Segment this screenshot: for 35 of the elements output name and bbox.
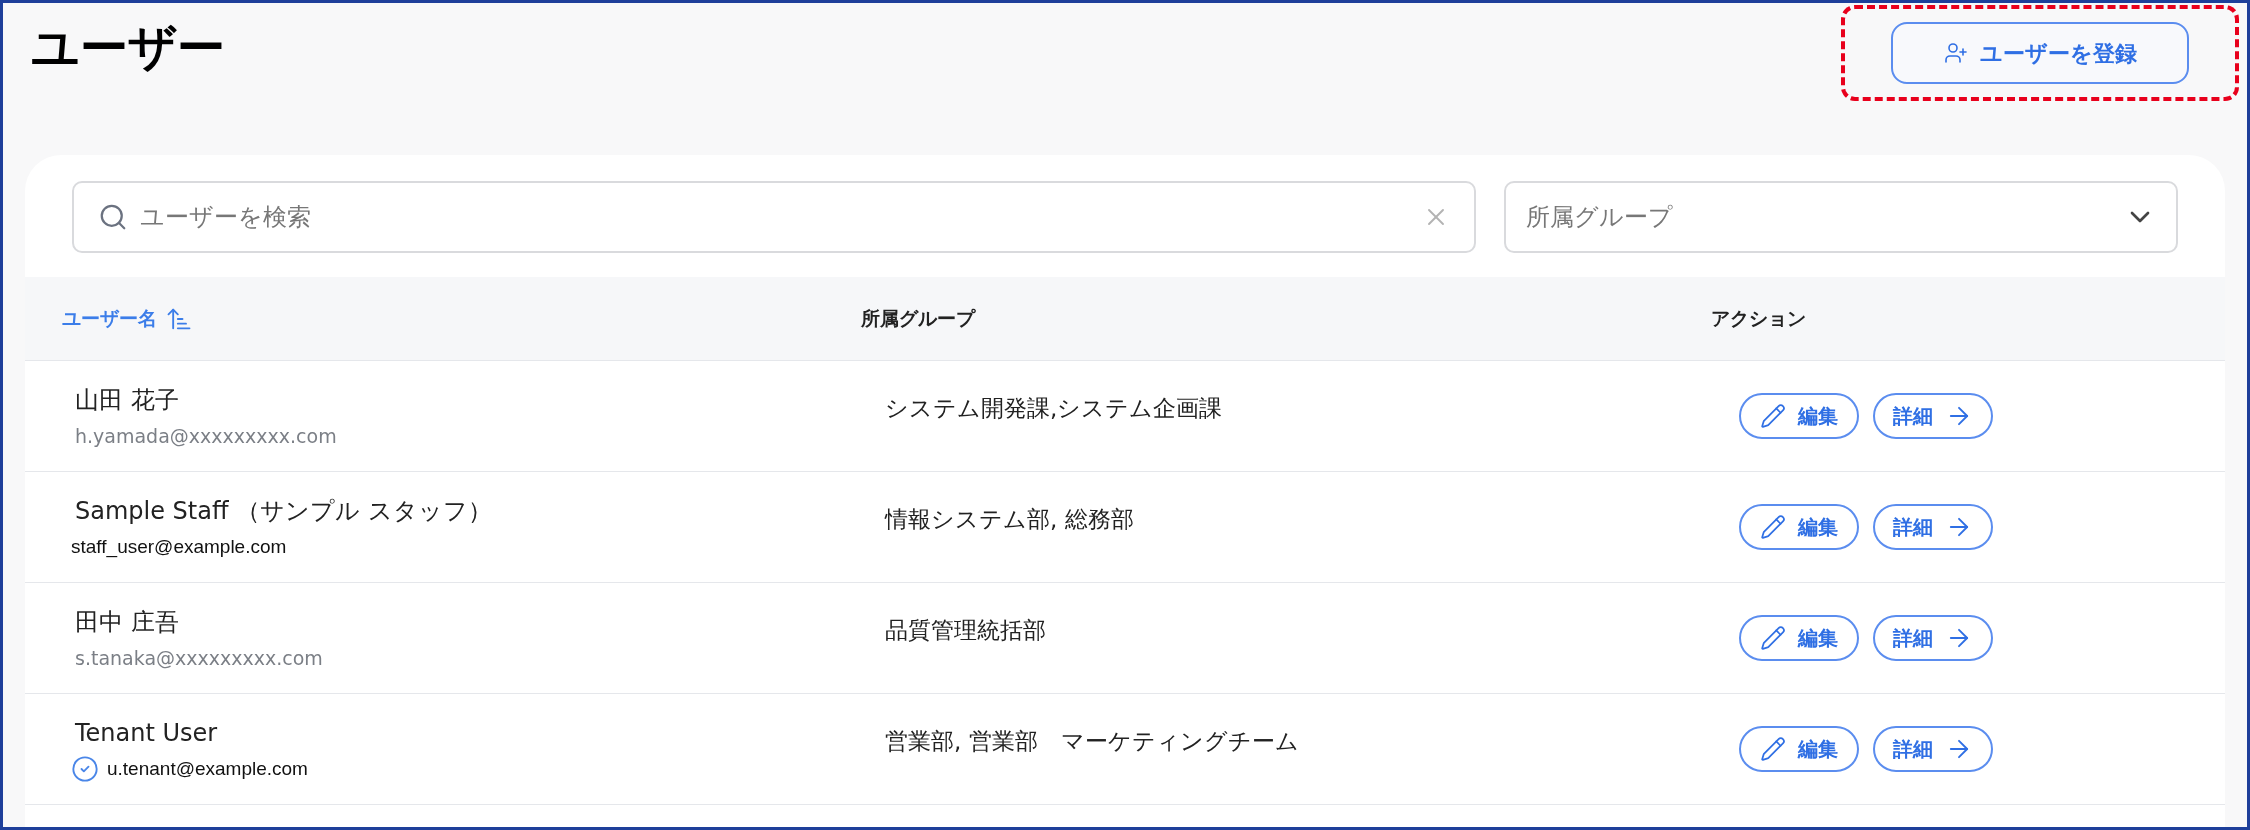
group-dropdown[interactable]: 所属グループ — [1504, 181, 2178, 253]
column-header: アクション — [1711, 306, 1806, 332]
search-field[interactable]: ユーザーを検索 — [72, 181, 1476, 253]
user-email: u.tenant@example.com — [107, 756, 308, 781]
pencil-icon — [1760, 625, 1786, 651]
details-button[interactable]: 詳細 — [1873, 726, 1993, 772]
user-name: 山田 花子 — [75, 384, 180, 416]
user-email: s.tanaka@xxxxxxxxx.com — [74, 645, 323, 671]
details-button[interactable]: 詳細 — [1873, 504, 1993, 550]
dropdown-placeholder: 所属グループ — [1526, 202, 1673, 233]
add-user-icon — [1943, 41, 1968, 65]
user-email: h.yamada@xxxxxxxxx.com — [74, 423, 337, 449]
group-text: 情報システム部, 総務部 — [885, 506, 1134, 532]
group-text: システム開発課,システム企画課 — [885, 395, 1223, 421]
group-text: 営業部, 営業部 マーケティングチーム — [885, 728, 1299, 754]
column-header[interactable]: ユーザー名 — [62, 304, 157, 333]
pencil-icon — [1760, 736, 1786, 762]
user-name: 田中 庄吾 — [75, 606, 180, 638]
edit-button[interactable]: 編集 — [1739, 504, 1859, 550]
details-button[interactable]: 詳細 — [1873, 615, 1993, 661]
edit-button[interactable]: 編集 — [1739, 393, 1859, 439]
pencil-icon — [1760, 403, 1786, 429]
details-button[interactable]: 詳細 — [1873, 393, 1993, 439]
edit-button[interactable]: 編集 — [1739, 726, 1859, 772]
user-email: staff_user@example.com — [71, 534, 287, 560]
user-name: Sample Staff （サンプル スタッフ） — [75, 495, 493, 527]
register-user-button[interactable]: ユーザーを登録 — [1891, 22, 2189, 84]
user-name: Tenant User — [75, 717, 219, 749]
pencil-icon — [1760, 514, 1786, 540]
search-icon — [98, 202, 128, 232]
group-text: 品質管理統括部 — [885, 617, 1046, 643]
search-input[interactable]: ユーザーを検索 — [140, 199, 1410, 235]
page-title: ユーザー — [31, 23, 225, 71]
column-header: 所属グループ — [861, 306, 975, 332]
edit-button[interactable]: 編集 — [1739, 615, 1859, 661]
